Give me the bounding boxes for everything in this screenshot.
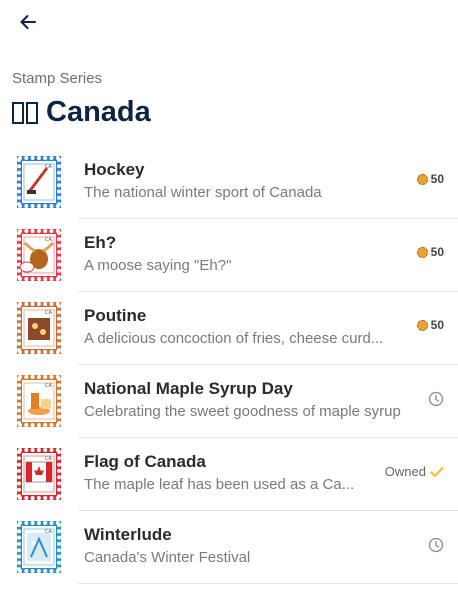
stamp-description: The national winter sport of Canada — [84, 184, 322, 201]
page-title: Canada — [46, 96, 151, 128]
svg-text:CA: CA — [45, 310, 52, 316]
stamp-image: CA — [17, 375, 61, 427]
price-value: 50 — [430, 318, 444, 332]
flag-icon — [12, 101, 38, 124]
price-value: 50 — [430, 245, 444, 259]
stamp-description: A delicious concoction of fries, cheese … — [84, 330, 384, 347]
stamp-image: CA — [17, 448, 61, 500]
divider — [78, 583, 458, 584]
owned-status: Owned — [385, 464, 444, 479]
moose-stamp-icon: CA — [17, 229, 61, 281]
stamp-description: The maple leaf has been used as a Ca... — [84, 476, 355, 493]
coin-icon — [416, 173, 428, 185]
stamp-list-item[interactable]: CA Eh? A moose saying "Eh?" 50 — [0, 219, 458, 292]
flag-stamp-icon: CA — [17, 448, 61, 500]
svg-text:CA: CA — [45, 383, 52, 389]
stamp-list-item[interactable]: CA Hockey The national winter sport of C… — [0, 146, 458, 219]
check-icon — [430, 466, 444, 477]
svg-text:CA: CA — [45, 237, 52, 243]
price-tag: 50 — [416, 245, 444, 259]
hockey-stamp-icon: CA — [17, 156, 61, 208]
stamp-name: National Maple Syrup Day — [84, 379, 293, 398]
pending-status — [428, 391, 444, 407]
arrow-left-icon — [20, 15, 36, 29]
stamp-list: CA Hockey The national winter sport of C… — [0, 146, 458, 584]
stamp-image: CA — [17, 156, 61, 208]
stamp-name: Poutine — [84, 306, 147, 325]
page-title-row: Canada — [12, 96, 151, 129]
stamp-name: Winterlude — [84, 525, 172, 544]
price-tag: 50 — [416, 318, 444, 332]
stamp-image: CA — [17, 302, 61, 354]
stamp-list-item[interactable]: CA Flag of Canada The maple leaf has bee… — [0, 438, 458, 511]
stamp-description: Celebrating the sweet goodness of maple … — [84, 403, 401, 420]
coin-icon — [416, 246, 428, 258]
coin-icon — [416, 319, 428, 331]
back-button[interactable] — [14, 8, 42, 36]
stamp-name: Eh? — [84, 233, 117, 252]
stamp-image: CA — [17, 521, 61, 573]
stamp-list-item[interactable]: CA Poutine A delicious concoction of fri… — [0, 292, 458, 365]
stamp-description: Canada's Winter Festival — [84, 549, 251, 566]
stamp-list-item[interactable]: CA National Maple Syrup Day Celebrating … — [0, 365, 458, 438]
stamp-name: Hockey — [84, 160, 145, 179]
top-bar — [0, 0, 458, 44]
pending-status — [428, 537, 444, 553]
svg-text:CA: CA — [45, 456, 52, 462]
stamp-name: Flag of Canada — [84, 452, 206, 471]
stamp-image: CA — [17, 229, 61, 281]
clock-icon — [428, 391, 444, 407]
poutine-stamp-icon: CA — [17, 302, 61, 354]
clock-icon — [428, 537, 444, 553]
maple-syrup-stamp-icon: CA — [17, 375, 61, 427]
owned-label: Owned — [384, 464, 426, 479]
price-tag: 50 — [416, 172, 444, 186]
stamp-list-item[interactable]: CA Winterlude Canada's Winter Festival — [0, 511, 458, 584]
stamp-description: A moose saying "Eh?" — [84, 257, 232, 274]
page-subtitle: Stamp Series — [12, 70, 103, 87]
winterlude-stamp-icon: CA — [17, 521, 61, 573]
price-value: 50 — [430, 172, 444, 186]
